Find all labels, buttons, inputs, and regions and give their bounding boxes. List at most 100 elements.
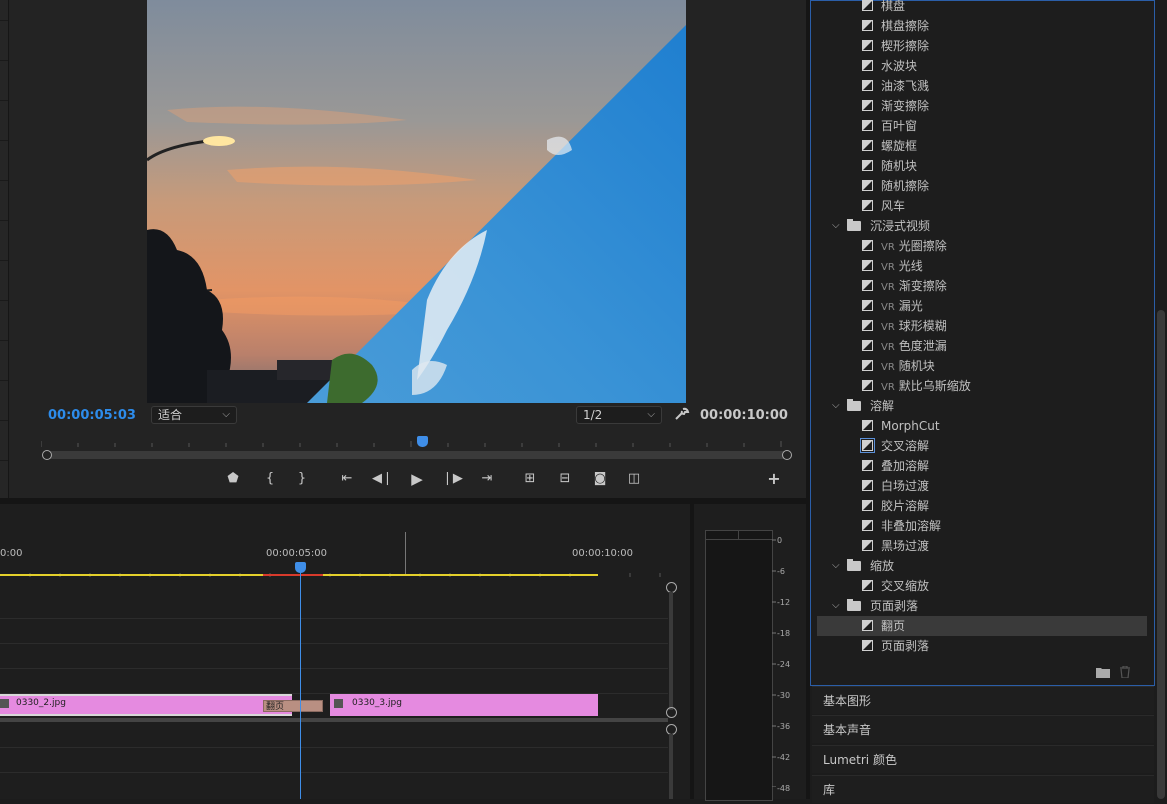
audio-scrollbar[interactable] xyxy=(669,734,673,799)
effects-scrollbar[interactable] xyxy=(1156,0,1167,799)
monitor-playhead[interactable] xyxy=(417,436,428,447)
transition-effect-icon xyxy=(862,160,873,171)
effect-item[interactable]: 楔形擦除 xyxy=(817,36,1147,56)
effect-label: 渐变擦除 xyxy=(898,279,947,293)
clip-0330-3[interactable]: 0330_3.jpg xyxy=(330,694,598,716)
transition-effect-icon xyxy=(862,200,873,211)
effect-item[interactable]: 棋盘 xyxy=(817,0,1147,16)
step-back-icon[interactable]: ◀❘ xyxy=(372,470,393,488)
fit-dropdown[interactable]: 适合 ⌵ xyxy=(151,406,237,424)
step-forward-icon[interactable]: ❘▶ xyxy=(442,470,463,488)
effect-item[interactable]: 随机块 xyxy=(817,156,1147,176)
meter-label-36: -36 xyxy=(777,722,791,731)
effect-item[interactable]: 水波块 xyxy=(817,56,1147,76)
effect-item[interactable]: VR 光线 xyxy=(817,256,1147,276)
mark-out-icon[interactable]: } xyxy=(292,470,312,488)
effect-item[interactable]: 叠加溶解 xyxy=(817,456,1147,476)
effect-item[interactable]: 渐变擦除 xyxy=(817,96,1147,116)
lift-icon[interactable]: ⊞ xyxy=(520,470,540,488)
effect-item[interactable]: MorphCut xyxy=(817,416,1147,436)
comparison-view-icon[interactable]: ◫ xyxy=(624,470,644,488)
effect-item[interactable]: 白场过渡 xyxy=(817,476,1147,496)
scroll-handle-bottom[interactable] xyxy=(666,707,677,718)
effects-folder[interactable]: ⌵ 沉浸式视频 xyxy=(817,216,1147,236)
effect-item[interactable]: 随机擦除 xyxy=(817,176,1147,196)
effect-item[interactable]: VR 默比乌斯缩放 xyxy=(817,376,1147,396)
effects-folder[interactable]: ⌵ 溶解 xyxy=(817,396,1147,416)
effect-item[interactable]: 交叉溶解 xyxy=(817,436,1147,456)
effect-item[interactable]: 非叠加溶解 xyxy=(817,516,1147,536)
chevron-down-icon[interactable]: ⌵ xyxy=(832,396,840,416)
effects-folder[interactable]: ⌵ 页面剥落 xyxy=(817,596,1147,616)
transition-effect-icon xyxy=(862,580,873,591)
effect-item[interactable]: VR 色度泄漏 xyxy=(817,336,1147,356)
vr-prefix: VR xyxy=(881,302,895,313)
effect-label: 交叉缩放 xyxy=(881,579,930,593)
effect-item[interactable]: VR 渐变擦除 xyxy=(817,276,1147,296)
effect-label: 非叠加溶解 xyxy=(881,519,942,533)
meter-label-48: -48 xyxy=(777,784,791,793)
play-icon[interactable]: ▶ xyxy=(407,470,427,488)
chevron-down-icon[interactable]: ⌵ xyxy=(832,216,840,236)
section-lumetri-color[interactable]: Lumetri 颜色 xyxy=(812,745,1154,773)
effect-item[interactable]: 螺旋框 xyxy=(817,136,1147,156)
zoom-scrollbar[interactable] xyxy=(42,450,792,460)
effect-item[interactable]: 交叉缩放 xyxy=(817,576,1147,596)
new-bin-icon[interactable] xyxy=(1096,666,1110,678)
transition-effect-icon xyxy=(862,540,873,551)
effect-item[interactable]: VR 球形模糊 xyxy=(817,316,1147,336)
clip-0330-2[interactable]: 0330_2.jpg xyxy=(0,694,292,716)
effect-item[interactable]: VR 光圈擦除 xyxy=(817,236,1147,256)
effect-item[interactable]: 胶片溶解 xyxy=(817,496,1147,516)
effect-item[interactable]: 百叶窗 xyxy=(817,116,1147,136)
timeline-ruler[interactable] xyxy=(0,566,668,577)
chevron-down-icon[interactable]: ⌵ xyxy=(832,596,840,616)
scrub-ruler[interactable] xyxy=(40,436,789,447)
effect-item[interactable]: 风车 xyxy=(817,196,1147,216)
trash-icon[interactable] xyxy=(1119,665,1131,679)
effect-label: 风车 xyxy=(881,199,906,213)
add-marker-icon[interactable]: ⬟ xyxy=(223,470,243,488)
add-button-icon[interactable]: + xyxy=(764,470,784,488)
vr-prefix: VR xyxy=(881,322,895,333)
video-audio-divider[interactable] xyxy=(0,718,668,722)
effect-label: 随机块 xyxy=(881,159,918,173)
vr-prefix: VR xyxy=(881,262,895,273)
transition-page-turn-label[interactable]: 翻页 xyxy=(263,700,323,712)
vr-prefix: VR xyxy=(881,242,895,253)
transition-effect-icon xyxy=(862,620,873,631)
video-preview[interactable] xyxy=(147,0,686,403)
effect-item[interactable]: 油漆飞溅 xyxy=(817,76,1147,96)
effect-item[interactable]: 页面剥落 xyxy=(817,636,1147,656)
effect-item[interactable]: 棋盘擦除 xyxy=(817,16,1147,36)
effect-item[interactable]: VR 漏光 xyxy=(817,296,1147,316)
go-to-out-icon[interactable]: ⇥ xyxy=(477,470,497,488)
section-essential-sound[interactable]: 基本声音 xyxy=(812,715,1154,743)
mark-in-icon[interactable]: { xyxy=(260,470,280,488)
track-divider xyxy=(0,618,668,619)
effect-label: 百叶窗 xyxy=(881,119,918,133)
effects-folder[interactable]: ⌵ 缩放 xyxy=(817,556,1147,576)
extract-icon[interactable]: ⊟ xyxy=(555,470,575,488)
transition-effect-icon xyxy=(862,300,873,311)
section-essential-graphics[interactable]: 基本图形 xyxy=(812,686,1154,714)
camera-icon[interactable]: ◙ xyxy=(590,470,610,488)
go-to-in-icon[interactable]: ⇤ xyxy=(337,470,357,488)
effect-label: 页面剥落 xyxy=(881,639,930,653)
chevron-down-icon[interactable]: ⌵ xyxy=(832,556,840,576)
effects-scroll-thumb[interactable] xyxy=(1157,310,1165,799)
effect-item[interactable]: 翻页 xyxy=(817,616,1147,636)
transition-effect-icon xyxy=(862,320,873,331)
effect-item[interactable]: VR 随机块 xyxy=(817,356,1147,376)
effect-item[interactable]: 黑场过渡 xyxy=(817,536,1147,556)
transition-effect-icon xyxy=(862,640,873,651)
vertical-scrollbar[interactable] xyxy=(669,592,673,710)
zoom-handle-left[interactable] xyxy=(42,450,52,460)
transition-effect-icon xyxy=(862,480,873,491)
wrench-icon[interactable] xyxy=(674,406,690,424)
resolution-dropdown[interactable]: 1/2 ⌵ xyxy=(576,406,662,424)
current-timecode[interactable]: 00:00:05:03 xyxy=(48,408,136,423)
effect-label: 随机擦除 xyxy=(881,179,930,193)
zoom-handle-right[interactable] xyxy=(782,450,792,460)
effect-label: 油漆飞溅 xyxy=(881,79,930,93)
